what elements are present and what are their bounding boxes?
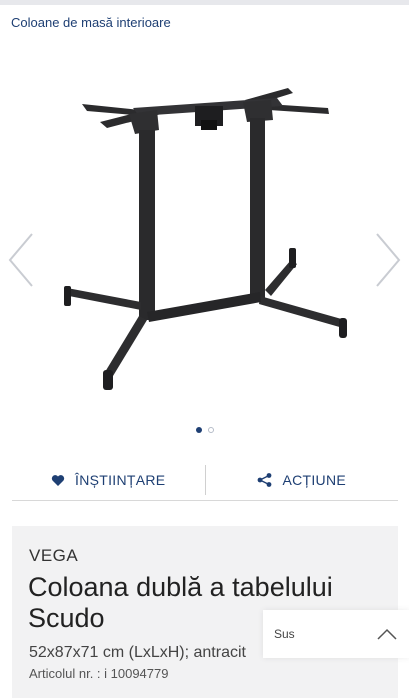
pagination-dot-active[interactable]: [195, 427, 202, 433]
breadcrumb[interactable]: Coloane de masă interioare: [11, 15, 171, 30]
product-dimensions: 52x87x71 cm (LxLxH); antracit: [29, 644, 246, 661]
share-button[interactable]: ACȚIUNE: [206, 464, 399, 496]
article-number: Articolul nr. : i 10094779: [29, 666, 169, 681]
pagination-dot[interactable]: [207, 427, 214, 433]
top-strip: [0, 0, 409, 5]
gallery-pagination: [0, 427, 409, 433]
gallery-prev-button[interactable]: [6, 232, 36, 288]
scroll-top-label: Sus: [274, 627, 295, 641]
notify-button[interactable]: ÎNȘTIINȚARE: [12, 464, 205, 496]
heart-icon: [51, 474, 65, 486]
chevron-up-icon: [377, 628, 397, 640]
product-brand: VEGA: [29, 546, 79, 565]
chevron-left-icon: [8, 233, 33, 287]
product-page: Coloane de masă interioare ÎNȘTIINȚARE A…: [0, 0, 409, 698]
gallery-next-button[interactable]: [373, 232, 403, 288]
scroll-to-top-button[interactable]: Sus: [263, 610, 409, 658]
chevron-right-icon: [376, 233, 401, 287]
action-bar: ÎNȘTIINȚARE ACȚIUNE: [12, 460, 398, 501]
share-label: ACȚIUNE: [282, 472, 347, 488]
share-icon: [258, 473, 272, 487]
product-image: [64, 88, 347, 390]
notify-label: ÎNȘTIINȚARE: [75, 472, 166, 488]
